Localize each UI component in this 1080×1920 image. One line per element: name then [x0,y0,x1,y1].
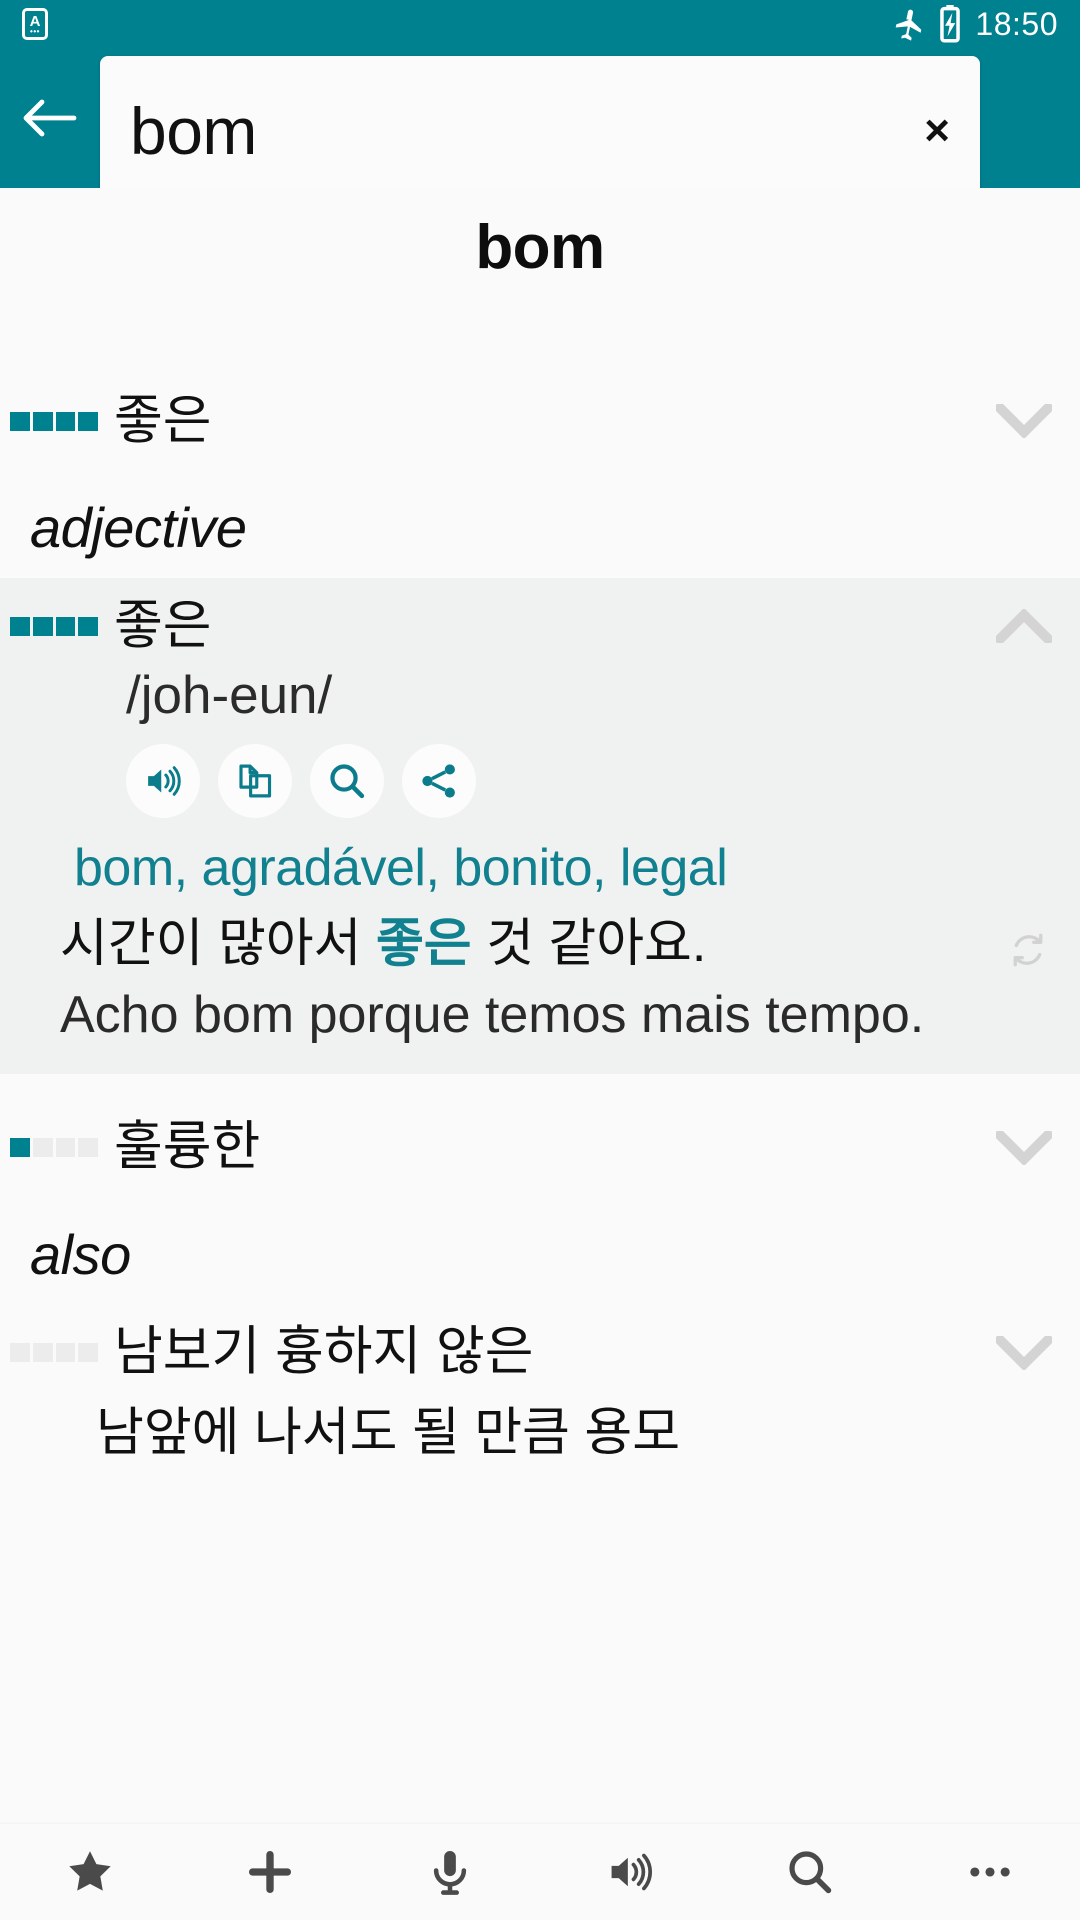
clear-search-button[interactable]: × [924,109,950,153]
entry-word: 남보기 흉하지 않은 [114,1322,534,1382]
entry-word: 훌륭한 [114,1117,261,1177]
clipped-definition-line: 남앞에 나서도 될 만큼 용모 [96,1403,681,1462]
app-letter-a-icon: A ••• [22,8,48,40]
example-sentence-korean-row: 시간이 많아서 좋은 것 같아요. [26,903,1054,979]
chevron-down-icon[interactable] [994,1335,1054,1370]
microphone-icon[interactable] [370,1824,530,1920]
frequency-indicator [10,1343,98,1363]
example-sentence-korean: 시간이 많아서 좋은 것 같아요. [60,911,1002,979]
chevron-down-icon[interactable] [994,404,1054,438]
favorite-star-icon[interactable] [10,1824,170,1920]
part-of-speech-adjective: adjective [30,496,247,559]
search-field-container[interactable]: bom × [100,56,980,206]
entry-word: 좋은 [114,390,212,450]
speak-icon[interactable] [126,743,200,818]
search-icon[interactable] [310,743,384,818]
entry-word: 좋은 [114,595,212,655]
add-plus-icon[interactable] [190,1824,350,1920]
back-button[interactable] [0,48,100,188]
status-bar-right: 18:50 [891,5,1058,43]
example-sentence-portuguese: Acho bom porque temos mais tempo. [60,986,925,1045]
more-options-icon[interactable] [910,1824,1070,1920]
status-bar: A ••• 18:50 [0,0,1080,48]
translations-list[interactable]: bom, agradável, bonito, legal [26,824,1054,903]
battery-charging-icon [937,5,963,43]
search-input[interactable]: bom [130,98,257,164]
example-kr-before: 시간이 많아서 [60,914,376,973]
frequency-indicator [10,1138,98,1158]
entry-detail-card: /joh-eun/ bom, agradável, bonito, legal … [0,664,1080,1074]
app-root: A ••• 18:50 bom × bom 좋은 adjective 좋은 /j… [0,0,1080,1920]
entry-row-joheun-collapsed[interactable]: 좋은 [0,373,1080,469]
entry-row-nambogi[interactable]: 남보기 흉하지 않은 [0,1305,1080,1401]
refresh-example-icon[interactable] [1002,911,1054,971]
part-of-speech-also: also [30,1222,131,1286]
page-title: bom [475,213,605,282]
results-scroll-area[interactable]: bom 좋은 adjective 좋은 /joh-eun/ bom, agrad… [0,188,1080,1870]
bottom-navigation-bar [0,1824,1080,1920]
example-kr-highlight: 좋은 [375,914,472,973]
chevron-up-icon[interactable] [994,609,1054,643]
airplane-mode-icon [891,7,925,41]
entry-action-buttons [26,728,1054,824]
app-bar: bom × [0,48,1080,206]
share-icon[interactable] [402,743,476,818]
search-icon[interactable] [730,1824,890,1920]
back-arrow-icon [23,99,77,137]
copy-icon[interactable] [218,743,292,818]
example-kr-after: 것 같아요. [471,914,707,973]
frequency-indicator [10,616,98,636]
speaker-icon[interactable] [550,1824,710,1920]
entry-row-joheun-expanded[interactable]: 좋은 [0,578,1080,674]
entry-row-hullyunghan[interactable]: 훌륭한 [0,1100,1080,1196]
status-bar-clock: 18:50 [975,6,1058,42]
chevron-down-icon[interactable] [994,1130,1054,1165]
frequency-indicator [10,411,98,431]
